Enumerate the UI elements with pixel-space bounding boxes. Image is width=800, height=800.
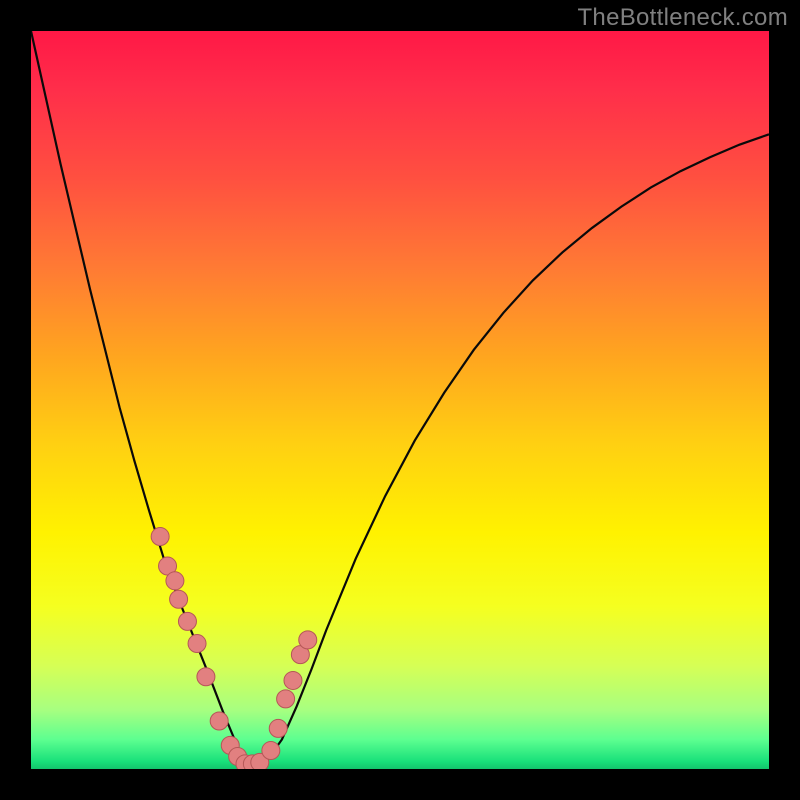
chart-frame: TheBottleneck.com bbox=[0, 0, 800, 800]
chart-svg bbox=[31, 31, 769, 769]
data-dot bbox=[277, 690, 295, 708]
data-dot bbox=[262, 742, 280, 760]
data-dot bbox=[170, 590, 188, 608]
dots-group bbox=[151, 528, 317, 769]
data-dot bbox=[197, 668, 215, 686]
plot-area bbox=[31, 31, 769, 769]
data-dot bbox=[178, 612, 196, 630]
data-dot bbox=[188, 635, 206, 653]
data-dot bbox=[151, 528, 169, 546]
data-dot bbox=[299, 631, 317, 649]
watermark-text: TheBottleneck.com bbox=[577, 4, 788, 32]
curve-line bbox=[31, 31, 769, 765]
data-dot bbox=[166, 572, 184, 590]
data-dot bbox=[284, 671, 302, 689]
data-dot bbox=[210, 712, 228, 730]
data-dot bbox=[269, 719, 287, 737]
